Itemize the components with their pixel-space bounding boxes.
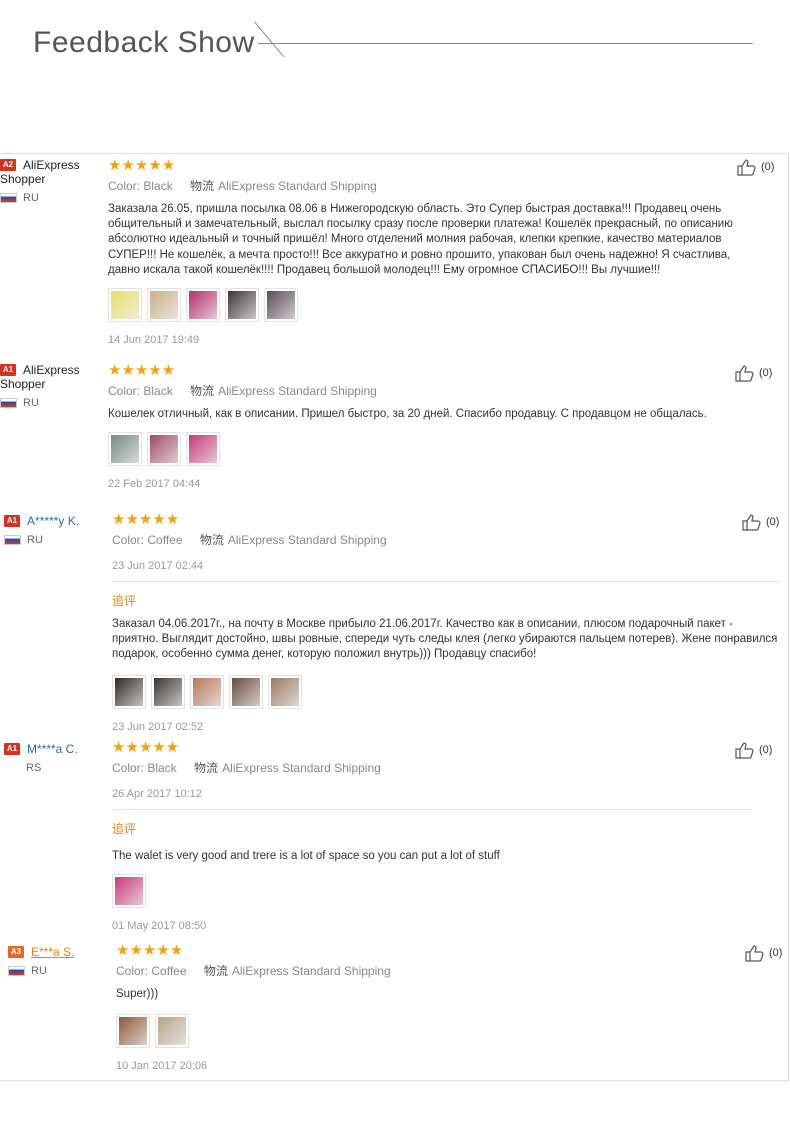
review-date: 26 Apr 2017 10:12 (112, 788, 202, 800)
photo-thumbnail[interactable] (108, 432, 142, 467)
header-rule (258, 43, 753, 44)
photo-thumbnail[interactable] (108, 288, 142, 323)
photo-thumbnails (108, 432, 758, 467)
buyer-name: AliExpress (23, 158, 80, 172)
like-button[interactable]: (0) (735, 364, 772, 382)
buyer-name[interactable]: M****a C. (27, 742, 78, 756)
thumbs-up-icon (735, 742, 754, 759)
thumbs-up-icon (735, 365, 754, 382)
flag-icon (8, 966, 25, 976)
append-date: 01 May 2017 08:50 (112, 920, 207, 933)
buyer-country: RU (0, 192, 80, 204)
photo-thumbnail[interactable] (186, 432, 220, 467)
header-slash-decoration (254, 21, 285, 58)
star-rating: ★★★★★ (112, 739, 180, 756)
star-rating: ★★★★★ (108, 362, 176, 379)
review-date: 10 Jan 2017 20:06 (116, 1060, 208, 1073)
buyer-level-badge: A1 (4, 743, 20, 755)
buyer-country: RS (26, 762, 42, 774)
photo-thumbnail[interactable] (147, 288, 181, 323)
buyer-info: A1 A*****y K. RU (4, 514, 79, 546)
like-button[interactable]: (0) (742, 513, 779, 531)
buyer-level-badge: A2 (0, 159, 16, 171)
like-button[interactable]: (0) (745, 944, 782, 962)
like-button[interactable]: (0) (737, 158, 774, 176)
review-date: 22 Feb 2017 04:44 (108, 478, 201, 491)
buyer-level-badge: A3 (8, 946, 24, 958)
append-divider (112, 581, 779, 582)
review-text: The walet is very good and trere is a lo… (112, 850, 500, 862)
thumbs-up-icon (742, 514, 761, 531)
photo-thumbnails (112, 674, 779, 709)
photo-thumbnail[interactable] (186, 288, 220, 323)
buyer-name[interactable]: E***a S. (31, 945, 74, 959)
photo-thumbnail[interactable] (147, 432, 181, 467)
buyer-country: RU (0, 397, 80, 409)
buyer-name-line2: Shopper (0, 172, 46, 186)
buyer-name[interactable]: A*****y K. (27, 514, 79, 528)
star-rating: ★★★★★ (108, 157, 176, 174)
photo-thumbnails (112, 874, 752, 909)
like-button[interactable]: (0) (735, 741, 772, 759)
photo-thumbnails (116, 1014, 736, 1049)
buyer-level-badge: A1 (0, 364, 16, 376)
append-date: 23 Jun 2017 02:52 (112, 720, 204, 733)
feedback-header: Feedback Show (0, 0, 790, 90)
additional-feedback-label: 追评 (112, 822, 137, 836)
review-text: Заказала 26.05, пришла посылка 08.06 в Н… (108, 203, 733, 276)
append-divider (112, 809, 752, 810)
review-text: Заказал 04.06.2017г., на почту в Москве … (112, 618, 778, 661)
photo-thumbnail[interactable] (225, 288, 259, 323)
photo-thumbnail[interactable] (116, 1014, 150, 1049)
buyer-info: A1 AliExpress Shopper RU (0, 363, 80, 409)
star-rating: ★★★★★ (112, 511, 180, 528)
order-info: Color: Coffee 物流 AliExpress Standard Ship… (116, 964, 391, 978)
star-rating: ★★★★★ (116, 942, 184, 959)
page-title: Feedback Show (33, 26, 255, 59)
review-text: Super))) (116, 988, 159, 1000)
order-info: Color: Black 物流 AliExpress Standard Shipp… (112, 761, 381, 775)
order-info: Color: Black 物流 AliExpress Standard Shipp… (108, 384, 377, 398)
buyer-info: A3 E***a S. RU (8, 945, 74, 977)
flag-icon (4, 535, 21, 545)
photo-thumbnail[interactable] (151, 674, 185, 709)
buyer-level-badge: A1 (4, 515, 20, 527)
buyer-name: AliExpress (23, 363, 80, 377)
review-date: 23 Jun 2017 02:44 (112, 560, 204, 572)
additional-feedback-label: 追评 (112, 594, 137, 608)
photo-thumbnails (108, 288, 758, 323)
photo-thumbnail[interactable] (112, 874, 146, 909)
order-info: Color: Black 物流 AliExpress Standard Shipp… (108, 179, 377, 193)
thumbs-up-icon (745, 945, 764, 962)
buyer-country: RU (8, 965, 74, 977)
buyer-info: A1 M****a C. RS (4, 742, 78, 774)
photo-thumbnail[interactable] (268, 674, 302, 709)
thumbs-up-icon (737, 159, 756, 176)
photo-thumbnail[interactable] (264, 288, 298, 323)
flag-icon (0, 398, 17, 408)
photo-thumbnail[interactable] (155, 1014, 189, 1049)
buyer-country: RU (4, 534, 79, 546)
flag-icon (0, 193, 17, 203)
review-text: Кошелек отличный, как в описании. Пришел… (108, 408, 707, 420)
order-info: Color: Coffee 物流 AliExpress Standard Ship… (112, 533, 387, 547)
review-date: 14 Jun 2017 19:49 (108, 334, 200, 347)
photo-thumbnail[interactable] (190, 674, 224, 709)
photo-thumbnail[interactable] (112, 674, 146, 709)
buyer-info: A2 AliExpress Shopper RU (0, 158, 80, 204)
photo-thumbnail[interactable] (229, 674, 263, 709)
buyer-name-line2: Shopper (0, 377, 46, 391)
